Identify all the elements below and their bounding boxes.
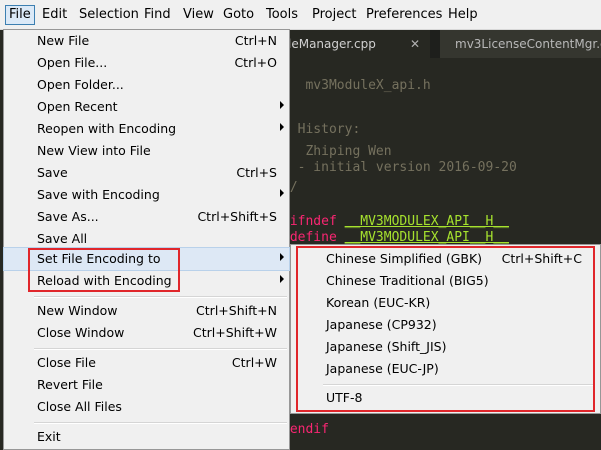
menu-item-save-all[interactable]: Save All xyxy=(4,228,289,250)
menu-separator xyxy=(34,422,287,424)
code-line: * mv3ModuleX_api.h xyxy=(282,78,431,93)
menu-item-shortcut: Ctrl+O xyxy=(234,55,277,70)
menu-item-close-file[interactable]: Close File Ctrl+W xyxy=(4,352,289,374)
menu-preferences[interactable]: Preferences xyxy=(366,6,442,24)
menu-item-new-file[interactable]: New File Ctrl+N xyxy=(4,30,289,52)
menu-item-label: Reopen with Encoding xyxy=(37,121,177,136)
menu-item-close-window[interactable]: Close Window Ctrl+Shift+W xyxy=(4,322,289,344)
submenu-item-chinese-simplified-gbk[interactable]: Chinese Simplified (GBK) Ctrl+Shift+C xyxy=(291,248,600,270)
menu-item-label: Open Recent xyxy=(37,99,118,114)
menu-item-label: Open File... xyxy=(37,55,108,70)
menu-tools[interactable]: Tools xyxy=(266,6,298,24)
menu-item-new-view-into-file[interactable]: New View into File xyxy=(4,140,289,162)
menu-item-label: Save with Encoding xyxy=(37,187,160,202)
menu-item-label: Set File Encoding to xyxy=(37,251,161,266)
submenu-item-japanese-euc-jp[interactable]: Japanese (EUC-JP) xyxy=(291,358,600,380)
menu-separator xyxy=(34,348,287,350)
menu-item-shortcut: Ctrl+Shift+N xyxy=(196,303,277,318)
keyword: #ifndef xyxy=(282,214,345,229)
menu-item-shortcut: Ctrl+Shift+S xyxy=(197,209,277,224)
menu-item-save[interactable]: Save Ctrl+S xyxy=(4,162,289,184)
menu-item-label: New View into File xyxy=(37,143,151,158)
menu-item-label: New File xyxy=(37,33,90,48)
submenu-arrow-icon xyxy=(280,275,284,283)
tab-file-manager[interactable]: leManager.cpp ✕ xyxy=(280,30,430,58)
menu-item-label: Japanese (CP932) xyxy=(326,317,437,332)
menu-item-save-as[interactable]: Save As... Ctrl+Shift+S xyxy=(4,206,289,228)
menu-item-label: Japanese (EUC-JP) xyxy=(326,361,439,376)
menu-file[interactable]: File xyxy=(5,5,35,25)
menu-item-close-all-files[interactable]: Close All Files xyxy=(4,396,289,418)
menu-edit[interactable]: Edit xyxy=(42,6,67,24)
menu-item-set-file-encoding-to[interactable]: Set File Encoding to xyxy=(3,247,290,271)
menu-view[interactable]: View xyxy=(183,6,214,24)
code-line: * History: xyxy=(282,122,361,137)
menu-item-label: Chinese Simplified (GBK) xyxy=(326,251,483,266)
menu-item-label: Exit xyxy=(37,429,61,444)
menu-find[interactable]: Find xyxy=(144,6,171,24)
submenu-item-korean-euc-kr[interactable]: Korean (EUC-KR) xyxy=(291,292,600,314)
menu-item-label: Save As... xyxy=(37,209,99,224)
menu-item-shortcut: Ctrl+Shift+C xyxy=(501,251,582,266)
menu-item-label: Close File xyxy=(37,355,96,370)
code-line: #ifndef __MV3MODULEX_API__H__ xyxy=(282,214,509,229)
menu-separator xyxy=(34,296,287,298)
code-line: #define __MV3MODULEX_API__H__ xyxy=(282,230,509,245)
submenu-item-chinese-traditional-big5[interactable]: Chinese Traditional (BIG5) xyxy=(291,270,600,292)
menu-item-reload-with-encoding[interactable]: Reload with Encoding xyxy=(4,270,289,292)
submenu-item-japanese-shift-jis[interactable]: Japanese (Shift_JIS) xyxy=(291,336,600,358)
menu-item-open-recent[interactable]: Open Recent xyxy=(4,96,289,118)
menu-bar: File Edit Selection Find View Goto Tools… xyxy=(0,0,601,30)
tab-bar: leManager.cpp ✕ mv3LicenseContentMgr.cpp xyxy=(280,30,601,58)
menu-item-shortcut: Ctrl+N xyxy=(234,33,277,48)
submenu-arrow-icon xyxy=(280,123,284,131)
menu-item-label: Save xyxy=(37,165,68,180)
menu-item-label: UTF-8 xyxy=(326,390,363,405)
menu-separator xyxy=(323,384,593,386)
menu-item-new-window[interactable]: New Window Ctrl+Shift+N xyxy=(4,300,289,322)
macro: __MV3MODULEX_API__H__ xyxy=(344,214,509,229)
menu-item-label: Chinese Traditional (BIG5) xyxy=(326,273,489,288)
tab-license-content-mgr[interactable]: mv3LicenseContentMgr.cpp xyxy=(440,30,601,58)
menu-item-label: Revert File xyxy=(37,377,103,392)
menu-item-shortcut: Ctrl+S xyxy=(236,165,277,180)
menu-item-reopen-with-encoding[interactable]: Reopen with Encoding xyxy=(4,118,289,140)
menu-goto[interactable]: Goto xyxy=(223,6,254,24)
macro: __MV3MODULEX_API__H__ xyxy=(344,230,509,245)
menu-item-label: Japanese (Shift_JIS) xyxy=(326,339,447,354)
menu-item-label: New Window xyxy=(37,303,118,318)
submenu-item-utf-8[interactable]: UTF-8 xyxy=(291,387,600,409)
submenu-arrow-icon xyxy=(280,101,284,109)
code-line: * - initial version 2016-09-20 xyxy=(282,160,517,175)
close-icon[interactable]: ✕ xyxy=(410,30,420,58)
menu-help[interactable]: Help xyxy=(448,6,478,24)
menu-item-label: Close All Files xyxy=(37,399,122,414)
menu-item-shortcut: Ctrl+Shift+W xyxy=(193,325,277,340)
menu-item-label: Open Folder... xyxy=(37,77,124,92)
menu-item-label: Close Window xyxy=(37,325,125,340)
menu-item-label: Korean (EUC-KR) xyxy=(326,295,431,310)
menu-item-save-with-encoding[interactable]: Save with Encoding xyxy=(4,184,289,206)
encoding-submenu: Chinese Simplified (GBK) Ctrl+Shift+C Chi… xyxy=(290,244,601,414)
menu-item-shortcut: Ctrl+W xyxy=(231,355,277,370)
submenu-arrow-icon xyxy=(280,189,284,197)
tab-label: mv3LicenseContentMgr.cpp xyxy=(455,37,601,51)
tab-label: leManager.cpp xyxy=(288,37,376,51)
menu-item-label: Reload with Encoding xyxy=(37,273,172,288)
menu-item-exit[interactable]: Exit xyxy=(4,426,289,448)
menu-selection[interactable]: Selection xyxy=(79,6,139,24)
menu-project[interactable]: Project xyxy=(312,6,356,24)
file-menu: New File Ctrl+N Open File... Ctrl+O Open F… xyxy=(3,29,290,450)
submenu-arrow-icon xyxy=(280,253,284,261)
code-line: * Zhiping Wen xyxy=(282,144,392,159)
keyword: #define xyxy=(282,230,345,245)
menu-item-revert-file[interactable]: Revert File xyxy=(4,374,289,396)
submenu-item-japanese-cp932[interactable]: Japanese (CP932) xyxy=(291,314,600,336)
menu-item-open-folder[interactable]: Open Folder... xyxy=(4,74,289,96)
menu-item-label: Save All xyxy=(37,231,88,246)
menu-item-open-file[interactable]: Open File... Ctrl+O xyxy=(4,52,289,74)
